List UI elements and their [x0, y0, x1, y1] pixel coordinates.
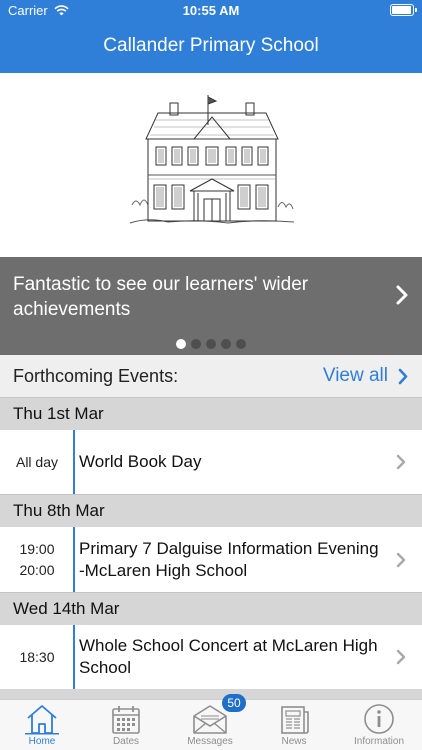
- date-label: Thu 8th Mar: [13, 501, 105, 520]
- event-time-line: All day: [15, 453, 59, 470]
- event-title[interactable]: Primary 7 Dalguise Information Evening -…: [79, 527, 379, 592]
- event-row[interactable]: 19:00 20:00 Primary 7 Dalguise Informati…: [0, 527, 422, 592]
- newspaper-icon[interactable]: [277, 703, 311, 735]
- event-row[interactable]: All day World Book Day: [0, 430, 422, 494]
- date-header: Wed 14th Mar: [0, 592, 422, 625]
- hero-image-area: [0, 73, 422, 257]
- date-label: Thu 1st Mar: [13, 404, 104, 423]
- event-time: 19:00 20:00: [0, 527, 74, 592]
- event-time-line: 19:00: [19, 540, 55, 557]
- event-divider: [73, 430, 75, 494]
- tab-label[interactable]: Home: [29, 736, 56, 747]
- tab-home[interactable]: Home: [0, 700, 84, 750]
- carousel-headline[interactable]: Fantastic to see our learners' wider ach…: [13, 272, 363, 322]
- events-section-header: Forthcoming Events: View all: [0, 355, 422, 397]
- school-building-drawing: [129, 95, 295, 224]
- view-all-button[interactable]: View all: [323, 365, 408, 387]
- battery-icon: [390, 4, 417, 16]
- news-carousel[interactable]: Fantastic to see our learners' wider ach…: [0, 257, 422, 355]
- event-time: 18:30: [0, 625, 74, 689]
- battery-fill: [392, 6, 411, 14]
- date-label: Wed 14th Mar: [13, 599, 120, 618]
- status-bar: Carrier 10:55 AM: [0, 0, 422, 22]
- event-time: All day: [0, 430, 74, 494]
- carousel-dot[interactable]: [191, 339, 201, 349]
- events-section-title: Forthcoming Events:: [13, 366, 179, 386]
- event-row[interactable]: 18:30 Whole School Concert at McLaren Hi…: [0, 625, 422, 689]
- carousel-dot[interactable]: [176, 339, 186, 349]
- tab-bar: Home Dates Messages 50 News Information: [0, 694, 422, 750]
- chevron-right-icon[interactable]: [396, 285, 408, 305]
- event-divider: [73, 625, 75, 689]
- info-icon[interactable]: [362, 703, 396, 735]
- tab-label[interactable]: Information: [354, 736, 404, 747]
- tab-information[interactable]: Information: [336, 700, 422, 750]
- event-time-line: 18:30: [19, 648, 55, 665]
- tab-label[interactable]: News: [281, 736, 306, 747]
- messages-badge: 50: [222, 694, 246, 712]
- tab-label[interactable]: Dates: [113, 736, 139, 747]
- chevron-right-icon[interactable]: [398, 368, 408, 385]
- tab-news[interactable]: News: [252, 700, 336, 750]
- app-header: Carrier 10:55 AM Callander Primary Schoo…: [0, 0, 422, 73]
- view-all-label[interactable]: View all: [323, 365, 388, 387]
- event-title[interactable]: World Book Day: [79, 430, 379, 494]
- date-header: Thu 1st Mar: [0, 397, 422, 430]
- tab-label[interactable]: Messages: [187, 736, 233, 747]
- calendar-icon[interactable]: [109, 703, 143, 735]
- carousel-dot[interactable]: [236, 339, 246, 349]
- event-title[interactable]: Whole School Concert at McLaren High Sch…: [79, 625, 379, 689]
- event-time-line: 20:00: [19, 561, 55, 578]
- chevron-right-icon[interactable]: [396, 552, 406, 568]
- date-header: Thu 8th Mar: [0, 494, 422, 527]
- carousel-dot[interactable]: [206, 339, 216, 349]
- carousel-page-indicator[interactable]: [0, 339, 422, 349]
- carousel-dot[interactable]: [221, 339, 231, 349]
- chevron-right-icon[interactable]: [396, 649, 406, 665]
- date-header-partial: [0, 689, 422, 699]
- tab-dates[interactable]: Dates: [84, 700, 168, 750]
- page-title: Callander Primary School: [103, 35, 319, 56]
- status-time: 10:55 AM: [182, 3, 240, 18]
- home-icon[interactable]: [25, 703, 59, 735]
- chevron-right-icon[interactable]: [396, 454, 406, 470]
- event-divider: [73, 527, 75, 592]
